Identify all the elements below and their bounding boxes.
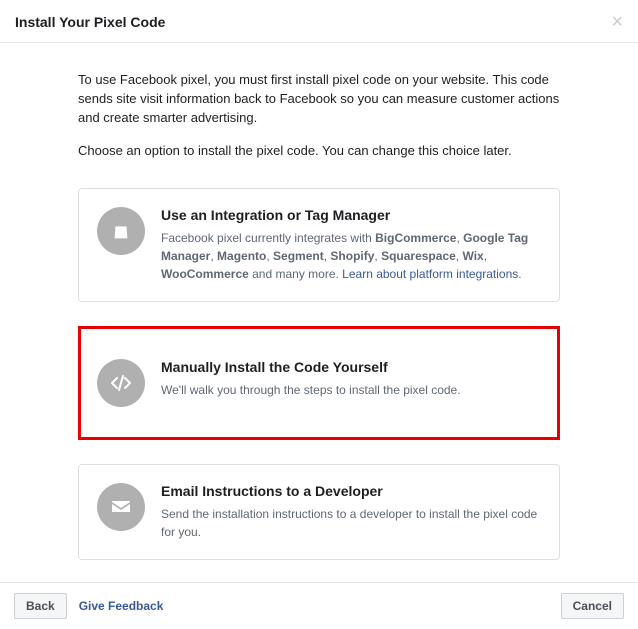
option-manual-desc: We'll walk you through the steps to inst… bbox=[161, 381, 539, 399]
choose-text: Choose an option to install the pixel co… bbox=[78, 142, 560, 161]
bag-icon bbox=[97, 207, 145, 255]
option-manual-title: Manually Install the Code Yourself bbox=[161, 359, 539, 375]
option-email-desc: Send the installation instructions to a … bbox=[161, 505, 539, 541]
platform-magento: Magento bbox=[217, 249, 266, 263]
option-email-title: Email Instructions to a Developer bbox=[161, 483, 539, 499]
back-button[interactable]: Back bbox=[14, 593, 67, 619]
modal-footer: Back Give Feedback Cancel bbox=[0, 582, 638, 629]
option-integration[interactable]: Use an Integration or Tag Manager Facebo… bbox=[78, 188, 560, 302]
platform-segment: Segment bbox=[273, 249, 324, 263]
modal-header: Install Your Pixel Code × bbox=[0, 0, 638, 43]
learn-integrations-link[interactable]: Learn about platform integrations bbox=[342, 267, 518, 281]
platform-squarespace: Squarespace bbox=[381, 249, 456, 263]
install-pixel-modal: Install Your Pixel Code × To use Faceboo… bbox=[0, 0, 638, 629]
platform-woocommerce: WooCommerce bbox=[161, 267, 249, 281]
platform-wix: Wix bbox=[462, 249, 483, 263]
option-integration-title: Use an Integration or Tag Manager bbox=[161, 207, 539, 223]
platform-shopify: Shopify bbox=[330, 249, 374, 263]
envelope-icon bbox=[97, 483, 145, 531]
code-icon bbox=[97, 359, 145, 407]
integration-desc-prefix: Facebook pixel currently integrates with bbox=[161, 231, 375, 245]
option-manual-content: Manually Install the Code Yourself We'll… bbox=[161, 359, 539, 407]
option-integration-content: Use an Integration or Tag Manager Facebo… bbox=[161, 207, 539, 283]
intro-text: To use Facebook pixel, you must first in… bbox=[78, 71, 560, 128]
cancel-button[interactable]: Cancel bbox=[561, 593, 624, 619]
option-email-content: Email Instructions to a Developer Send t… bbox=[161, 483, 539, 541]
platform-bigcommerce: BigCommerce bbox=[375, 231, 456, 245]
option-manual[interactable]: Manually Install the Code Yourself We'll… bbox=[78, 326, 560, 440]
feedback-link[interactable]: Give Feedback bbox=[79, 599, 164, 613]
close-icon[interactable]: × bbox=[611, 12, 623, 32]
modal-title: Install Your Pixel Code bbox=[15, 14, 165, 30]
integration-desc-suffix: and many more. bbox=[249, 267, 342, 281]
option-integration-desc: Facebook pixel currently integrates with… bbox=[161, 229, 539, 283]
modal-body: To use Facebook pixel, you must first in… bbox=[0, 43, 638, 582]
option-email[interactable]: Email Instructions to a Developer Send t… bbox=[78, 464, 560, 560]
